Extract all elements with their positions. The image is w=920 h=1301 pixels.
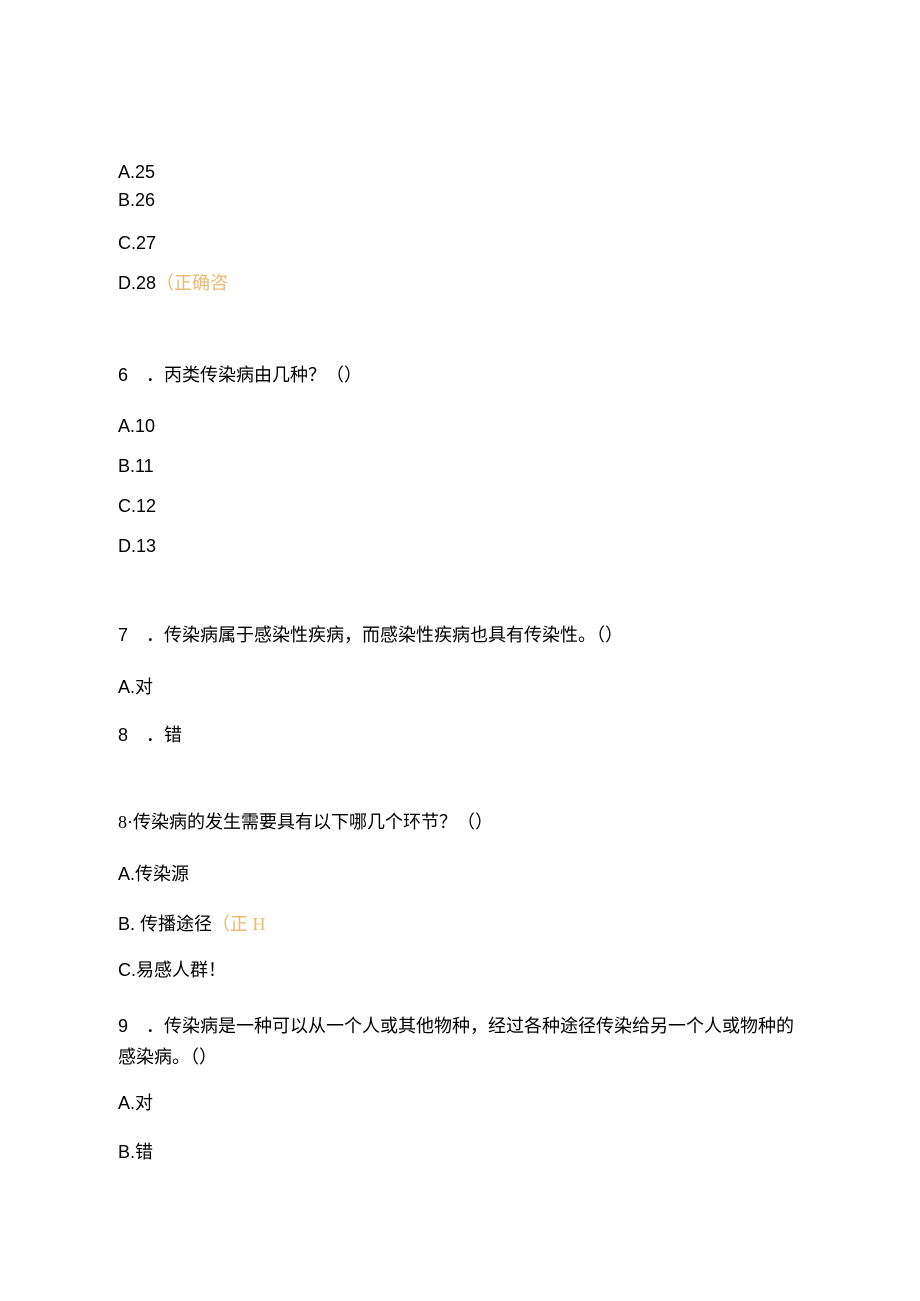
q9-option-a-latin: A. (118, 1093, 135, 1113)
q8-title: 8·传染病的发生需要具有以下哪几个环节？（） (118, 810, 802, 835)
q8-option-a-latin: A. (118, 864, 135, 884)
q8-option-c-text: 易感人群！ (136, 960, 226, 980)
q7-title-text: ．传染病属于感染性疾病，而感染性疾病也具有传染性。（） (146, 625, 623, 645)
q5-option-d-highlight: （正确咨 (156, 273, 228, 293)
q5-option-c-text: C.27 (118, 233, 156, 253)
q5-option-d-prefix: D.28 (118, 273, 156, 293)
q6-title-text: ．丙类传染病由几种？（） (146, 365, 362, 385)
q8-option-b: B. 传播途径（正 H (118, 912, 802, 937)
q9-option-b: B.错 (118, 1140, 802, 1165)
q9-title: 9．传染病是一种可以从一个人或其他物种，经过各种途径传染给另一个人或物种的感染病… (118, 1011, 802, 1072)
q5-option-b: B.26 (118, 188, 802, 213)
q7-number: 7 (118, 623, 146, 648)
q6-number: 6 (118, 363, 146, 388)
q7-title: 7．传染病属于感染性疾病，而感染性疾病也具有传染性。（） (118, 623, 802, 648)
q6-option-b: B.11 (118, 454, 802, 479)
q7-option-b-num: 8 (118, 723, 146, 748)
q6-option-d: D.13 (118, 534, 802, 559)
q5-option-d: D.28（正确咨 (118, 271, 802, 296)
q8-option-c: C.易感人群！ (118, 958, 802, 983)
q6-title: 6．丙类传染病由几种？（） (118, 363, 802, 388)
q9-option-a: A.对 (118, 1091, 802, 1116)
q8-title-text: 8·传染病的发生需要具有以下哪几个环节？（） (118, 812, 493, 832)
q6-option-d-text: D.13 (118, 536, 156, 556)
q6-option-b-text: B.11 (118, 456, 154, 476)
q8-option-b-latin: B. (118, 914, 140, 934)
q8-option-a: A.传染源 (118, 862, 802, 887)
q5-option-a: A.25 (118, 160, 802, 185)
q7-option-a-latin: A. (118, 677, 135, 697)
q9-option-b-latin: B. (118, 1142, 135, 1162)
q5-option-a-text: A.25 (118, 162, 155, 182)
q6-option-a: A.10 (118, 414, 802, 439)
q5-option-c: C.27 (118, 231, 802, 256)
q7-option-b: 8．错 (118, 723, 802, 748)
q6-option-a-text: A.10 (118, 416, 155, 436)
q9-option-b-text: 错 (135, 1142, 153, 1162)
q9-number: 9 (118, 1011, 146, 1042)
q8-option-c-latin: C. (118, 960, 136, 980)
q7-option-b-text: ．错 (146, 725, 182, 745)
document-page: A.25 B.26 C.27 D.28（正确咨 6．丙类传染病由几种？（） A.… (0, 0, 920, 1166)
q6-option-c-text: C.12 (118, 496, 156, 516)
q7-option-a-text: 对 (135, 677, 153, 697)
q5-option-b-text: B.26 (118, 190, 155, 210)
q6-option-c: C.12 (118, 494, 802, 519)
q8-option-b-highlight: （正 H (212, 914, 266, 934)
q9-title-text: ．传染病是一种可以从一个人或其他物种，经过各种途径传染给另一个人或物种的感染病。… (118, 1016, 794, 1067)
q9-option-a-text: 对 (135, 1093, 153, 1113)
q7-option-a: A.对 (118, 675, 802, 700)
q8-option-a-text: 传染源 (135, 864, 189, 884)
q8-option-b-text: 传播途径 (140, 914, 212, 934)
